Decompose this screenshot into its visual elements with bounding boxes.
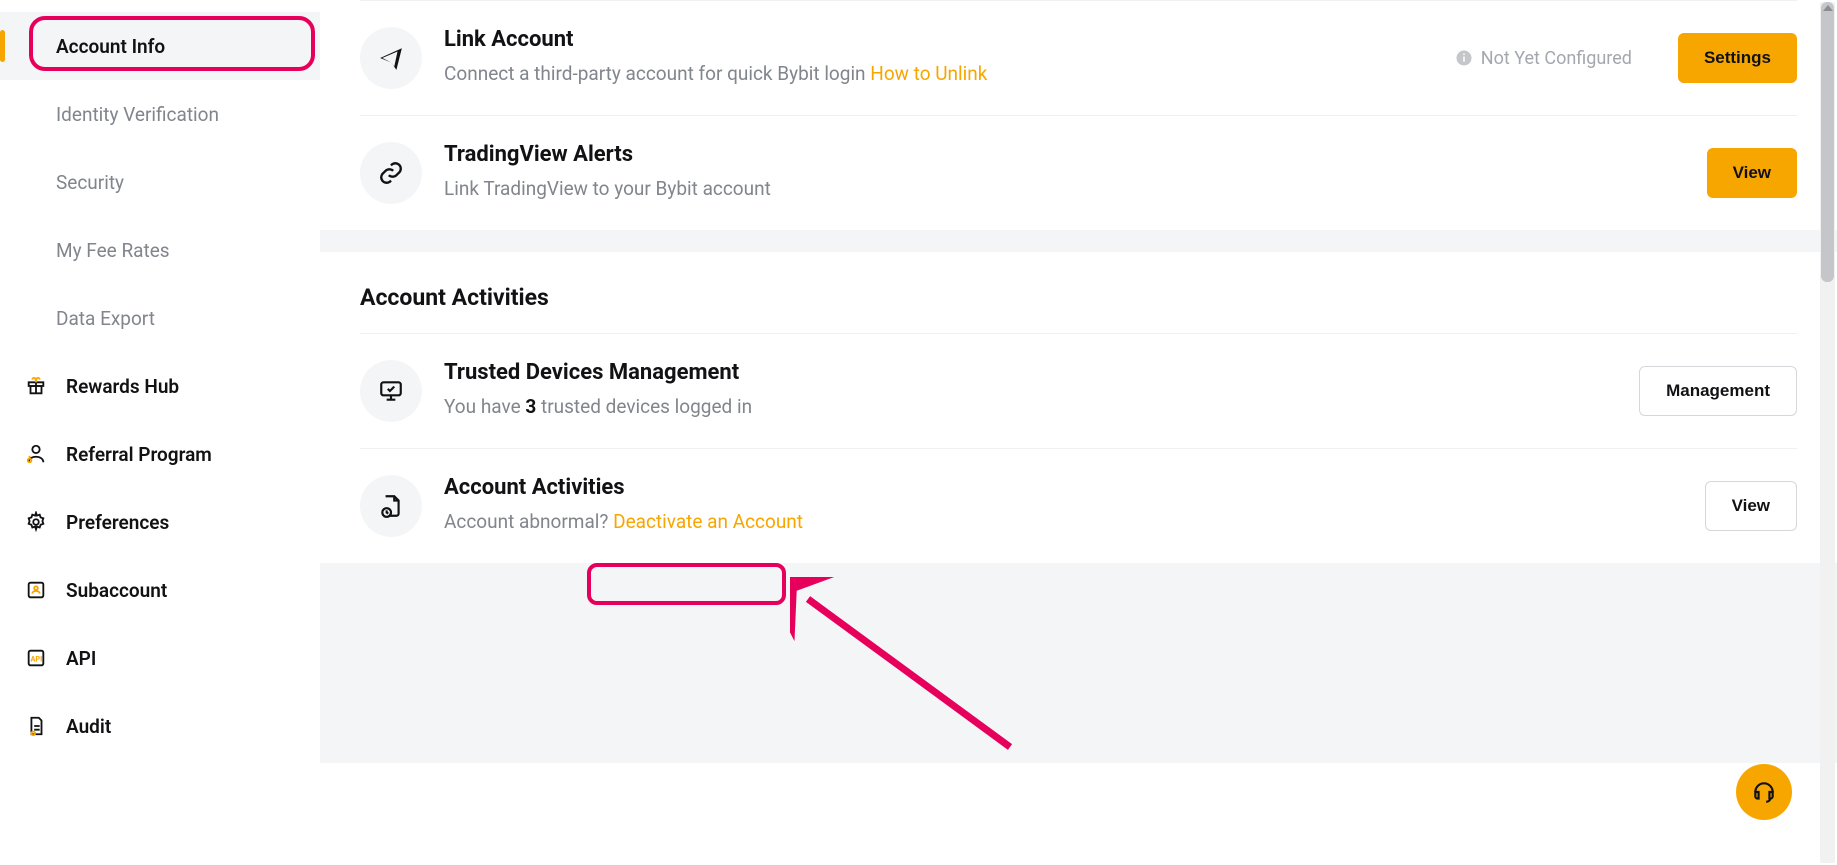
sidebar-item-audit[interactable]: Audit (0, 692, 320, 760)
sidebar-item-label: Security (56, 171, 124, 194)
paper-plane-icon (360, 27, 422, 89)
row-title: Trusted Devices Management (444, 360, 1617, 385)
row-desc: Connect a third-party account for quick … (444, 60, 1433, 89)
row-title: TradingView Alerts (444, 142, 1685, 167)
sidebar-item-data-export[interactable]: Data Export (0, 284, 320, 352)
sidebar-item-label: Identity Verification (56, 103, 219, 126)
sidebar-item-label: Subaccount (66, 579, 167, 602)
sidebar-item-api[interactable]: API API (0, 624, 320, 692)
sidebar-item-label: Rewards Hub (66, 375, 179, 398)
support-fab[interactable] (1736, 764, 1792, 820)
trusted-devices-count: 3 (525, 395, 536, 418)
subaccount-icon (24, 578, 48, 602)
sidebar-item-label: Audit (66, 715, 111, 738)
row-tradingview-alerts: TradingView Alerts Link TradingView to y… (360, 116, 1797, 230)
svg-text:API: API (31, 655, 43, 664)
info-icon (1455, 49, 1473, 67)
audit-icon (24, 714, 48, 738)
api-icon: API (24, 646, 48, 670)
section-title-account-activities: Account Activities (360, 252, 1797, 333)
sidebar-item-my-fee-rates[interactable]: My Fee Rates (0, 216, 320, 284)
main-content: Link Account Connect a third-party accou… (320, 0, 1837, 865)
sidebar-item-label: Data Export (56, 307, 155, 330)
sidebar-item-referral-program[interactable]: Referral Program (0, 420, 320, 488)
headset-icon (1751, 779, 1777, 805)
sidebar-item-label: Referral Program (66, 443, 212, 466)
row-title: Link Account (444, 27, 1433, 52)
management-button[interactable]: Management (1639, 366, 1797, 416)
sidebar-item-account-info[interactable]: Account Info (0, 12, 320, 80)
row-title: Account Activities (444, 475, 1683, 500)
row-desc: Account abnormal? Deactivate an Account (444, 508, 1683, 537)
status-not-configured: Not Yet Configured (1455, 48, 1632, 69)
referral-icon (24, 442, 48, 466)
sidebar-item-label: API (66, 647, 96, 670)
monitor-check-icon (360, 360, 422, 422)
rewards-icon (24, 374, 48, 398)
sidebar-item-preferences[interactable]: Preferences (0, 488, 320, 556)
sidebar: Account Info Identity Verification Secur… (0, 0, 320, 865)
sidebar-item-label: Preferences (66, 511, 169, 534)
document-clock-icon (360, 475, 422, 537)
row-desc: Link TradingView to your Bybit account (444, 175, 1685, 204)
sidebar-item-subaccount[interactable]: Subaccount (0, 556, 320, 624)
sidebar-item-rewards-hub[interactable]: Rewards Hub (0, 352, 320, 420)
row-account-activities: Account Activities Account abnormal? Dea… (360, 449, 1797, 563)
scrollbar-thumb[interactable] (1821, 2, 1834, 282)
gear-icon (24, 510, 48, 534)
scrollbar-up-button[interactable] (1820, 2, 1835, 14)
row-trusted-devices: Trusted Devices Management You have 3 tr… (360, 334, 1797, 448)
settings-button[interactable]: Settings (1678, 33, 1797, 83)
how-to-unlink-link[interactable]: How to Unlink (870, 62, 987, 85)
deactivate-account-link[interactable]: Deactivate an Account (613, 510, 803, 533)
view-button[interactable]: View (1705, 481, 1797, 531)
sidebar-item-security[interactable]: Security (0, 148, 320, 216)
link-icon (360, 142, 422, 204)
sidebar-item-label: My Fee Rates (56, 239, 170, 262)
view-button[interactable]: View (1707, 148, 1797, 198)
sidebar-item-label: Account Info (56, 35, 165, 58)
row-desc: You have 3 trusted devices logged in (444, 393, 1617, 422)
sidebar-item-identity-verification[interactable]: Identity Verification (0, 80, 320, 148)
row-link-account: Link Account Connect a third-party accou… (360, 1, 1797, 115)
